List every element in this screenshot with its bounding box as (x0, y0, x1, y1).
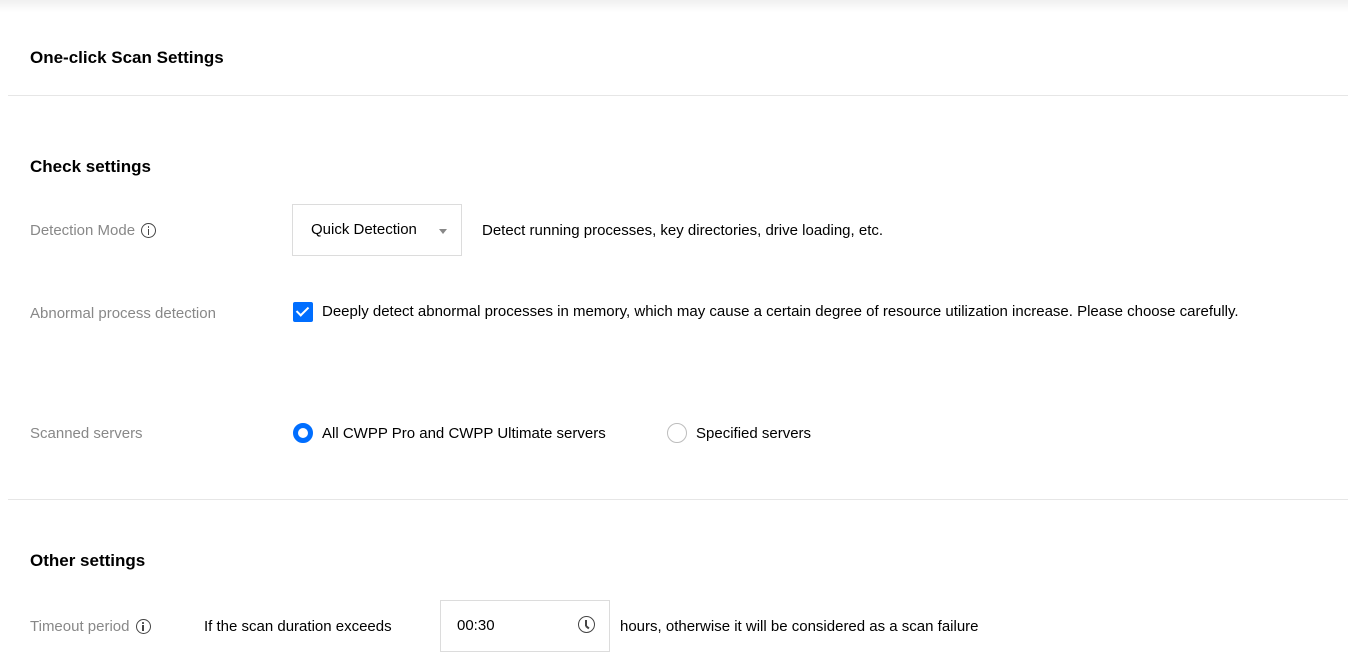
page-title: One-click Scan Settings (30, 48, 224, 67)
abnormal-process-label: Abnormal process detection (30, 305, 216, 322)
radio-all-cwpp-servers[interactable] (293, 423, 313, 443)
other-settings-title: Other settings (30, 551, 146, 570)
detection-mode-description: Detect running processes, key directorie… (482, 222, 884, 239)
abnormal-process-text: Deeply detect abnormal processes in memo… (322, 303, 1239, 320)
info-icon[interactable] (135, 619, 151, 634)
timeout-time-input[interactable]: 00:30 (440, 600, 610, 652)
clock-icon[interactable] (578, 616, 595, 633)
timeout-prefix-text: If the scan duration exceeds (204, 618, 392, 635)
timeout-suffix-text: hours, otherwise it will be considered a… (620, 618, 979, 635)
abnormal-process-checkbox[interactable] (293, 302, 313, 322)
detection-mode-select[interactable]: Quick Detection (292, 204, 462, 256)
info-icon[interactable] (141, 223, 157, 238)
chevron-down-icon (439, 229, 447, 234)
check-settings-title: Check settings (30, 157, 151, 176)
timeout-label-text: Timeout period (30, 618, 130, 635)
scanned-servers-label: Scanned servers (30, 425, 143, 442)
timeout-value: 00:30 (457, 617, 495, 634)
radio-specified-servers-label[interactable]: Specified servers (696, 425, 811, 442)
detection-mode-label-text: Detection Mode (30, 222, 136, 239)
detection-mode-value: Quick Detection (311, 221, 417, 238)
timeout-label: Timeout period (30, 618, 151, 635)
radio-specified-servers[interactable] (667, 423, 687, 443)
section-divider (8, 499, 1348, 500)
panel-header: One-click Scan Settings (8, 10, 1348, 96)
detection-mode-label: Detection Mode (30, 222, 157, 239)
radio-all-cwpp-servers-label[interactable]: All CWPP Pro and CWPP Ultimate servers (322, 425, 606, 442)
scan-settings-panel: One-click Scan Settings Check settings D… (0, 0, 1348, 652)
